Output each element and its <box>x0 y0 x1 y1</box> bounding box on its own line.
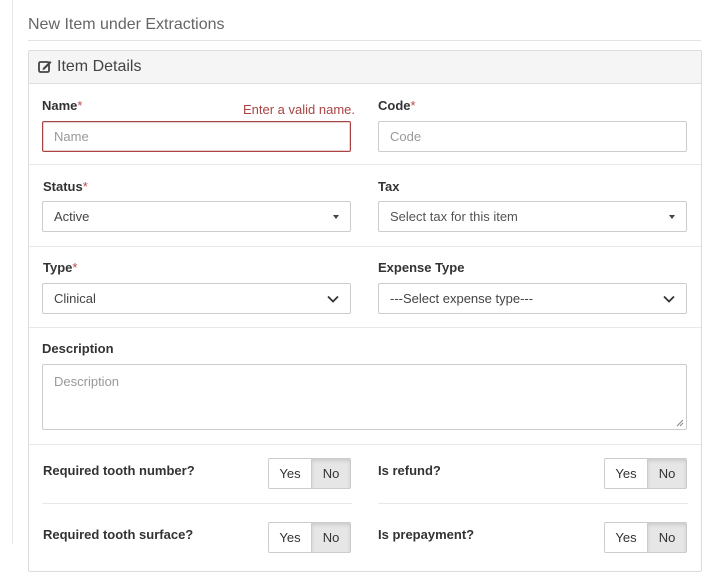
required-tooth-number-label: Required tooth number? <box>43 463 195 478</box>
required-tooth-number-no-button[interactable]: No <box>312 458 351 489</box>
required-mark: * <box>410 98 416 113</box>
expense-type-select[interactable]: ---Select expense type--- <box>378 283 687 314</box>
required-mark: * <box>77 98 83 113</box>
required-mark: * <box>82 179 88 194</box>
tax-select-value: Select tax for this item <box>390 209 518 224</box>
required-tooth-surface-label: Required tooth surface? <box>43 527 194 542</box>
is-refund-yes-button[interactable]: Yes <box>604 458 648 489</box>
field-divider <box>378 503 688 504</box>
status-select-value: Active <box>54 209 90 224</box>
tax-select[interactable]: Select tax for this item <box>378 201 687 232</box>
title-divider <box>28 40 701 41</box>
panel-heading-title: Item Details <box>57 58 142 75</box>
code-input[interactable] <box>378 121 687 152</box>
type-select-value: Clinical <box>54 291 96 306</box>
is-refund-no-button[interactable]: No <box>648 458 687 489</box>
chevron-down-icon <box>327 295 339 303</box>
is-refund-toggle: Yes No <box>604 458 687 489</box>
code-label: Code* <box>378 98 416 113</box>
required-tooth-number-toggle: Yes No <box>268 458 351 489</box>
name-input[interactable] <box>42 121 351 152</box>
row-divider <box>29 246 701 247</box>
description-textarea[interactable] <box>42 364 687 430</box>
required-tooth-number-yes-button[interactable]: Yes <box>268 458 312 489</box>
type-select[interactable]: Clinical <box>42 283 351 314</box>
page-title: New Item under Extractions <box>28 16 225 33</box>
is-prepayment-toggle: Yes No <box>604 522 687 553</box>
name-error-message: Enter a valid name. <box>243 102 356 117</box>
caret-down-icon <box>333 214 339 219</box>
left-border <box>12 0 13 544</box>
caret-down-icon <box>669 214 675 219</box>
type-label: Type* <box>43 260 78 275</box>
resize-handle-icon[interactable] <box>676 419 684 427</box>
description-label: Description <box>42 341 114 356</box>
row-divider <box>29 327 701 328</box>
field-divider <box>42 503 352 504</box>
required-mark: * <box>72 260 78 275</box>
name-label: Name* <box>42 98 83 113</box>
chevron-down-icon <box>663 295 675 303</box>
is-prepayment-label: Is prepayment? <box>378 527 475 542</box>
code-group: Code* <box>378 98 416 113</box>
expense-type-label: Expense Type <box>378 260 465 275</box>
status-select[interactable]: Active <box>42 201 351 232</box>
expense-type-select-value: ---Select expense type--- <box>390 291 534 306</box>
name-group: Name* <box>42 98 82 113</box>
required-tooth-surface-yes-button[interactable]: Yes <box>268 522 312 553</box>
item-details-panel: Item Details Name* Enter a valid name. C… <box>28 50 702 572</box>
is-refund-label: Is refund? <box>378 463 441 478</box>
is-prepayment-no-button[interactable]: No <box>648 522 687 553</box>
tax-label: Tax <box>378 179 400 194</box>
edit-icon <box>38 61 52 73</box>
status-label: Status* <box>43 179 88 194</box>
row-divider <box>29 164 701 165</box>
row-divider <box>29 444 701 445</box>
required-tooth-surface-no-button[interactable]: No <box>312 522 351 553</box>
panel-heading: Item Details <box>29 51 701 84</box>
required-tooth-surface-toggle: Yes No <box>268 522 351 553</box>
is-prepayment-yes-button[interactable]: Yes <box>604 522 648 553</box>
